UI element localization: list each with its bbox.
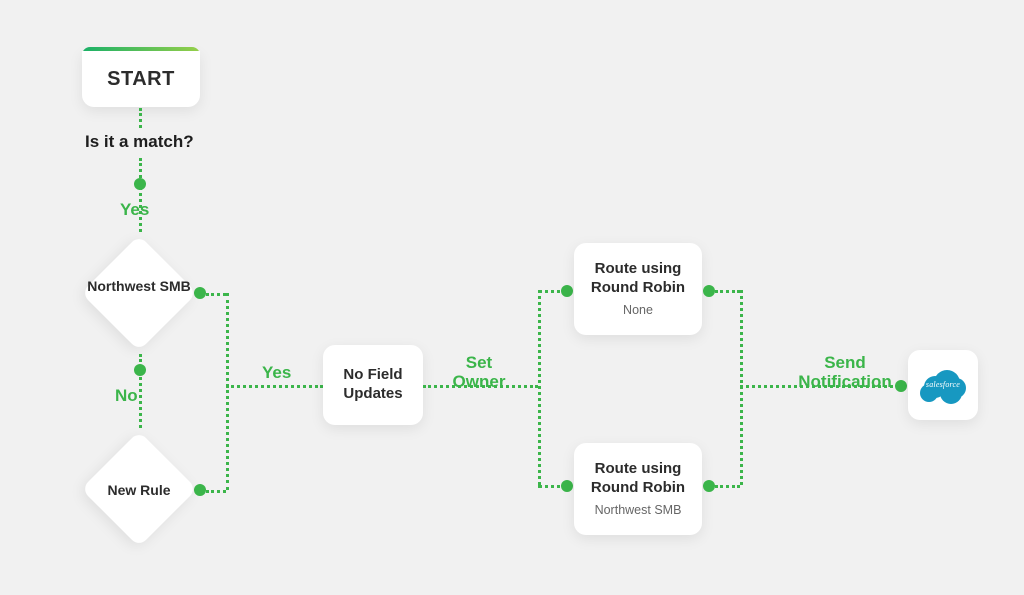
- start-node: START: [82, 51, 200, 107]
- salesforce-icon-label: salesforce: [920, 380, 966, 389]
- node-no-field-updates: No Field Updates: [323, 345, 423, 425]
- salesforce-icon: salesforce: [920, 370, 966, 400]
- yes-label-mid: Yes: [262, 363, 291, 383]
- set-owner-label: Set Owner: [444, 354, 514, 391]
- no-label: No: [115, 386, 138, 406]
- send-notification-label: Send Notification: [790, 354, 900, 391]
- no-field-updates-title: No Field Updates: [333, 366, 413, 404]
- yes-label-top: Yes: [120, 200, 149, 220]
- node-salesforce: salesforce: [908, 350, 978, 420]
- node-route-top: Route using Round Robin None: [574, 243, 702, 335]
- diamond-new-rule: New Rule: [78, 428, 200, 550]
- node-route-bottom: Route using Round Robin Northwest SMB: [574, 443, 702, 535]
- start-label: START: [107, 68, 175, 91]
- diamond-northwest-smb: Northwest SMB: [78, 232, 200, 354]
- route-bottom-title: Route using Round Robin: [584, 460, 692, 498]
- route-top-title: Route using Round Robin: [584, 260, 692, 298]
- route-top-sub: None: [623, 303, 653, 318]
- route-bottom-sub: Northwest SMB: [595, 503, 682, 518]
- question-label: Is it a match?: [85, 132, 194, 152]
